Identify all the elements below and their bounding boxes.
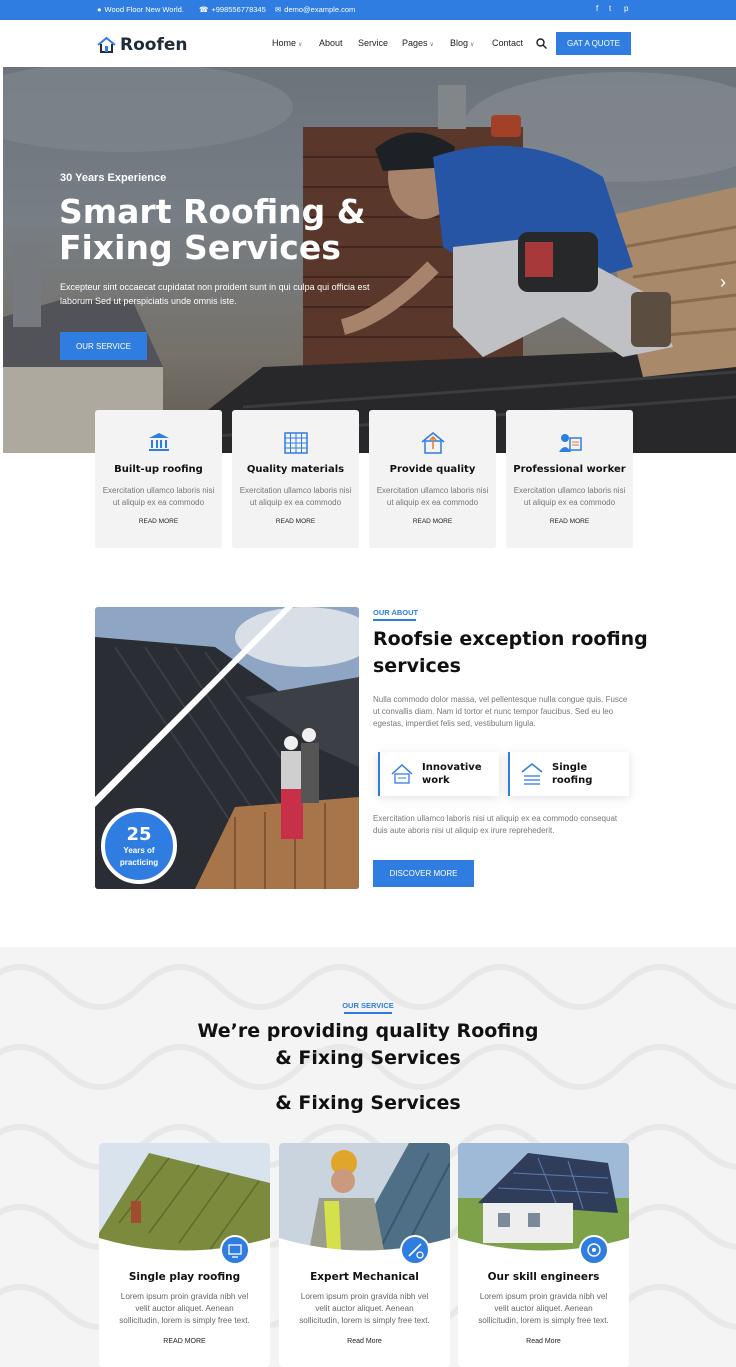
email-text[interactable]: demo@example.com	[284, 5, 355, 14]
feature-desc: Exercitation ullamco laboris nisi ut aliq…	[102, 486, 215, 507]
feature-card[interactable]: Professional worker Exercitation ullamco…	[506, 410, 633, 548]
phone-text[interactable]: +998556778345	[211, 5, 265, 14]
about-title: Roofsie exception roofing services	[373, 628, 648, 677]
feature-innovative-work: Innovative work	[378, 752, 499, 796]
feature-title: Built-up roofing	[114, 464, 203, 475]
discover-more-button[interactable]: DISCOVER MORE	[373, 860, 474, 887]
top-bar: ● Wood Floor New World. ☎ +998556778345 …	[0, 0, 736, 20]
hero-text: Excepteur sint occaecat cupidatat non pr…	[60, 282, 370, 306]
services-title-duplicate: & Fixing Services	[275, 1092, 461, 1114]
worker-icon	[558, 434, 582, 452]
about-kicker: OUR ABOUT	[373, 608, 419, 617]
service-desc: Lorem ipsum proin gravida nibh vel velit …	[478, 1292, 609, 1325]
roof-layers-icon	[521, 763, 543, 785]
read-more-link[interactable]: READ MORE	[506, 518, 633, 525]
chevron-down-icon: ∨	[470, 42, 475, 48]
feature-card[interactable]: Built-up roofing Exercitation ullamco la…	[95, 410, 222, 548]
service-badge	[220, 1235, 250, 1265]
feature-label: Single roofing	[552, 762, 593, 786]
service-desc: Lorem ipsum proin gravida nibh vel velit …	[299, 1292, 430, 1325]
monitor-icon	[228, 1244, 242, 1258]
badge-text: Years of practicing	[119, 846, 159, 867]
nav-pages[interactable]: Pages ∨	[402, 38, 434, 48]
read-more-link[interactable]: READ MORE	[99, 1338, 270, 1345]
location-icon: ●	[97, 5, 102, 14]
bank-icon	[148, 433, 169, 451]
pinterest-icon[interactable]: p	[624, 4, 628, 13]
service-desc: Lorem ipsum proin gravida nibh vel velit …	[119, 1292, 250, 1325]
address-info: ● Wood Floor New World.	[97, 5, 184, 14]
nav-blog[interactable]: Blog ∨	[450, 38, 474, 48]
address-text: Wood Floor New World.	[104, 5, 184, 14]
green-roof-photo	[99, 1143, 270, 1251]
house-icon	[420, 432, 445, 454]
services-title: We’re providing quality Roofing & Fixing…	[197, 1020, 539, 1069]
read-more-link[interactable]: Read More	[279, 1338, 450, 1345]
experience-badge: 25 Years of practicing	[101, 808, 177, 884]
hero-kicker: 30 Years Experience	[60, 172, 167, 184]
feature-card[interactable]: Provide quality Exercitation ullamco lab…	[369, 410, 496, 548]
mail-icon: ✉	[275, 5, 282, 14]
feature-desc: Exercitation ullamco laboris nisi ut aliq…	[239, 486, 352, 507]
grid-icon	[283, 432, 308, 454]
get-quote-button[interactable]: GAT A QUOTE	[556, 32, 631, 55]
logo-text: Roofen	[120, 35, 188, 55]
our-service-button[interactable]: OUR SERVICE	[60, 332, 147, 360]
nav-home[interactable]: Home ∨	[272, 38, 302, 48]
nav-service[interactable]: Service	[358, 38, 388, 48]
service-badge	[400, 1235, 430, 1265]
badge-number: 25	[126, 824, 152, 845]
phone-info[interactable]: ☎ +998556778345	[199, 5, 266, 14]
service-card[interactable]: Our skill engineers Lorem ipsum proin gr…	[458, 1143, 629, 1367]
twitter-icon[interactable]: t	[609, 4, 611, 13]
engineer-icon	[587, 1243, 601, 1257]
solar-house-photo	[458, 1143, 629, 1251]
read-more-link[interactable]: READ MORE	[232, 518, 359, 525]
feature-title: Provide quality	[389, 464, 476, 475]
service-badge	[579, 1235, 609, 1265]
feature-card[interactable]: Quality materials Exercitation ullamco l…	[232, 410, 359, 548]
kicker-underline	[373, 619, 416, 621]
mechanic-photo	[279, 1143, 450, 1251]
facebook-icon[interactable]: f	[596, 4, 598, 13]
service-photo	[99, 1143, 270, 1251]
read-more-link[interactable]: READ MORE	[369, 518, 496, 525]
slider-next-arrow[interactable]: ›	[720, 272, 726, 293]
nav-contact[interactable]: Contact	[492, 38, 523, 48]
nav-about[interactable]: About	[319, 38, 343, 48]
service-photo	[279, 1143, 450, 1251]
service-title: Expert Mechanical	[310, 1271, 419, 1283]
service-card[interactable]: Expert Mechanical Lorem ipsum proin grav…	[279, 1143, 450, 1367]
chevron-down-icon: ∨	[429, 42, 434, 48]
read-more-link[interactable]: Read More	[458, 1338, 629, 1345]
feature-title: Quality materials	[246, 464, 345, 475]
feature-label: Innovative work	[422, 762, 482, 786]
service-photo	[458, 1143, 629, 1251]
service-title: Our skill engineers	[487, 1271, 600, 1283]
read-more-link[interactable]: READ MORE	[95, 518, 222, 525]
logo[interactable]: Roofen	[97, 35, 187, 55]
kicker-underline	[344, 1012, 392, 1014]
about-paragraph: Nulla commodo dolor massa, vel pellentes…	[373, 695, 628, 728]
search-icon[interactable]	[536, 38, 547, 49]
email-info[interactable]: ✉ demo@example.com	[275, 5, 355, 14]
feature-title: Professional worker	[513, 464, 626, 475]
services-kicker: OUR SERVICE	[342, 1001, 394, 1010]
service-title: Single play roofing	[128, 1271, 241, 1283]
hero-title: Smart Roofing & Fixing Services	[59, 192, 366, 267]
feature-single-roofing: Single roofing	[508, 752, 629, 796]
chevron-down-icon: ∨	[298, 42, 303, 48]
phone-icon: ☎	[199, 5, 209, 14]
roof-tool-icon	[391, 763, 413, 784]
logo-house-icon	[97, 37, 116, 53]
service-card[interactable]: Single play roofing Lorem ipsum proin gr…	[99, 1143, 270, 1367]
tools-icon	[408, 1243, 424, 1259]
about-paragraph-2: Exercitation ullamco laboris nisi ut ali…	[373, 814, 618, 835]
feature-desc: Exercitation ullamco laboris nisi ut aliq…	[513, 486, 626, 507]
feature-desc: Exercitation ullamco laboris nisi ut aliq…	[376, 486, 489, 507]
